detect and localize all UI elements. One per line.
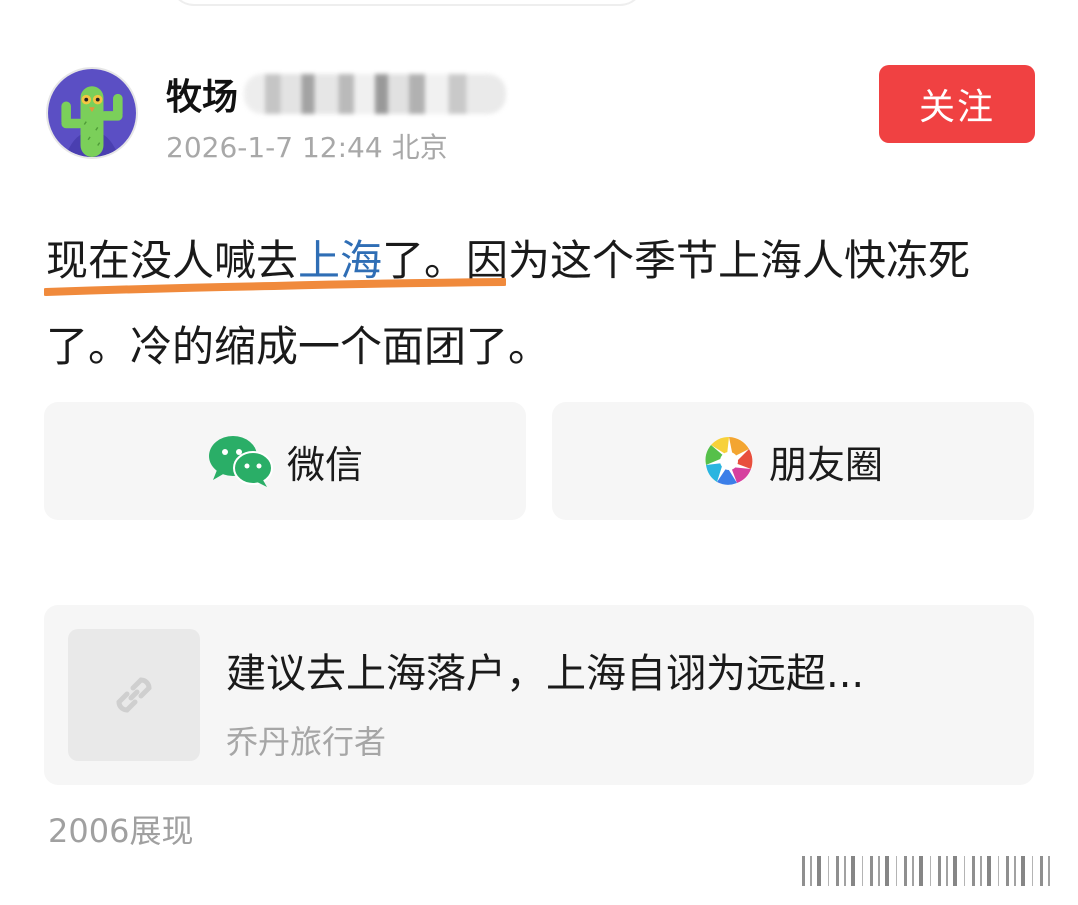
author-name-row: 牧场 xyxy=(166,68,507,120)
linked-article-title: 建议去上海落户，上海自诩为远超... xyxy=(226,651,865,697)
link-icon xyxy=(116,677,152,713)
share-wechat-button[interactable]: 微信 xyxy=(44,402,526,520)
search-bar-remnant xyxy=(170,0,644,6)
author-name[interactable]: 牧场 xyxy=(166,68,238,120)
post-body: 现在没人喊去上海了。因为这个季节上海人快冻死了。冷的缩成一个面团了。 xyxy=(46,218,1036,390)
linked-article-source: 乔丹旅行者 xyxy=(226,723,387,761)
author-avatar[interactable] xyxy=(46,67,138,159)
linked-article-card[interactable]: 建议去上海落户，上海自诩为远超... 乔丹旅行者 xyxy=(44,605,1034,785)
share-moments-button[interactable]: 朋友圈 xyxy=(552,402,1034,520)
redacted-watermark xyxy=(802,856,1054,886)
orange-underline-annotation xyxy=(44,278,506,296)
wechat-icon xyxy=(208,436,273,487)
view-count: 2006展现 xyxy=(48,812,194,850)
name-redaction-mosaic xyxy=(244,74,507,114)
post-date-location: 2026-1-7 12:44 北京 xyxy=(166,131,448,164)
link-thumbnail xyxy=(68,629,200,761)
follow-button[interactable]: 关注 xyxy=(879,65,1035,143)
share-wechat-label: 微信 xyxy=(286,442,363,487)
share-moments-label: 朋友圈 xyxy=(768,442,883,487)
cactus-avatar-icon xyxy=(48,69,136,157)
moments-icon xyxy=(704,436,753,485)
